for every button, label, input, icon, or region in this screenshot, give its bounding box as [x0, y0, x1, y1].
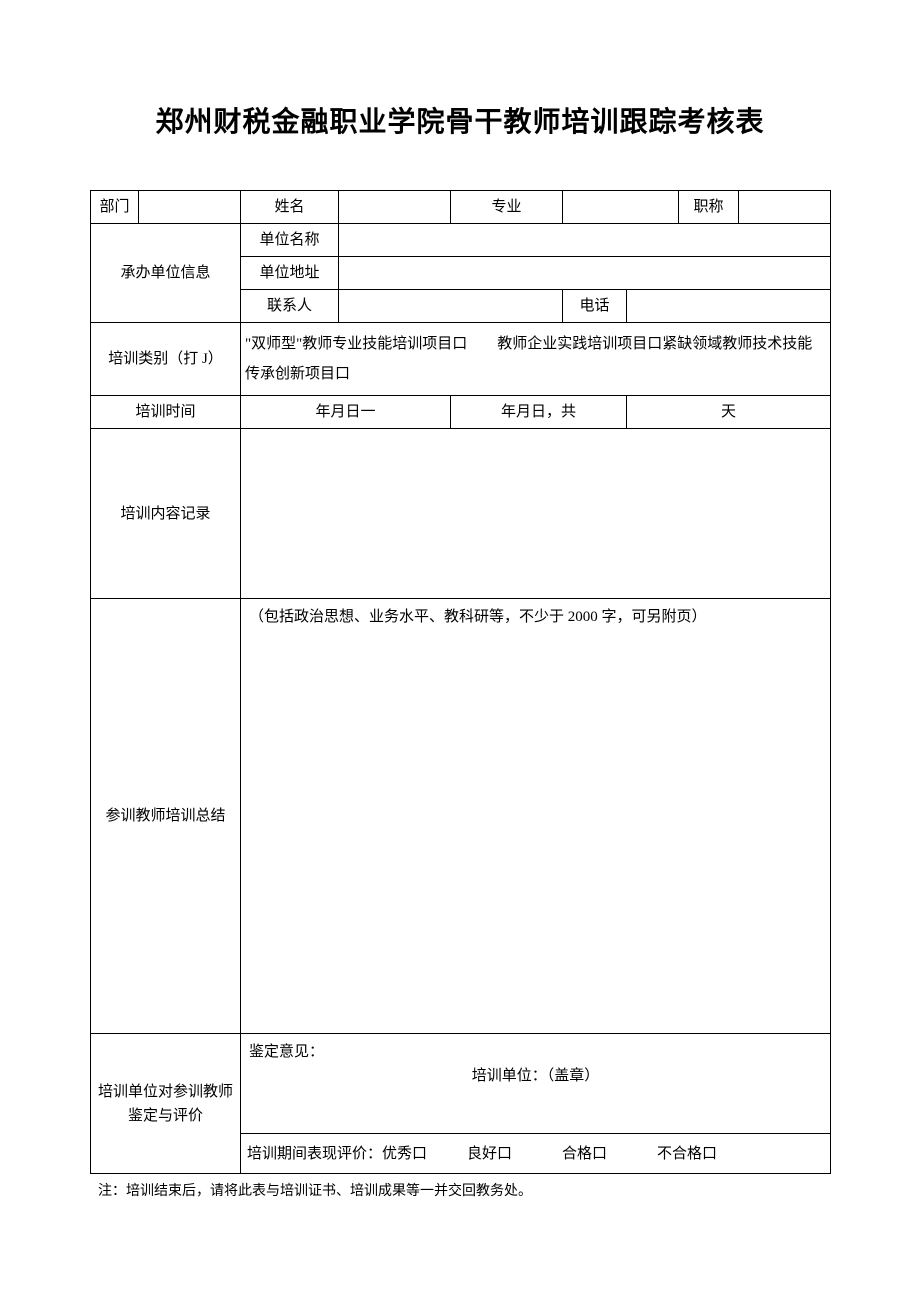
unit-addr-label: 单位地址: [241, 257, 339, 290]
eval-rating[interactable]: 培训期间表现评价：优秀口 良好口 合格口 不合格口: [241, 1134, 831, 1174]
summary-value[interactable]: （包括政治思想、业务水平、教科研等，不少于 2000 字，可另附页）: [241, 599, 831, 1034]
dept-label: 部门: [91, 191, 139, 224]
unit-name-label: 单位名称: [241, 224, 339, 257]
time-start[interactable]: 年月日一: [241, 396, 451, 429]
phone-value[interactable]: [627, 290, 831, 323]
time-days[interactable]: 天: [627, 396, 831, 429]
name-value[interactable]: [339, 191, 451, 224]
eval-stamp: 培训单位：（盖章）: [249, 1064, 822, 1094]
phone-label: 电话: [563, 290, 627, 323]
eval-opinion-cell[interactable]: 鉴定意见： 培训单位：（盖章）: [241, 1034, 831, 1134]
rating-pass: 合格口: [562, 1142, 607, 1166]
rating-fail: 不合格口: [657, 1142, 717, 1166]
content-value[interactable]: [241, 429, 831, 599]
content-label: 培训内容记录: [91, 429, 241, 599]
major-value[interactable]: [563, 191, 679, 224]
category-options[interactable]: "双师型"教师专业技能培训项目口 教师企业实践培训项目口紧缺领域教师技术技能传承…: [241, 323, 831, 396]
page-title: 郑州财税金融职业学院骨干教师培训跟踪考核表: [90, 100, 830, 140]
footnote: 注：培训结束后，请将此表与培训证书、培训成果等一并交回教务处。: [90, 1180, 830, 1200]
eval-opinion-label: 鉴定意见：: [249, 1040, 822, 1064]
host-section-label: 承办单位信息: [91, 224, 241, 323]
rating-good: 良好口: [467, 1142, 512, 1166]
summary-label: 参训教师培训总结: [91, 599, 241, 1034]
major-label: 专业: [451, 191, 563, 224]
name-label: 姓名: [241, 191, 339, 224]
contact-label: 联系人: [241, 290, 339, 323]
time-label: 培训时间: [91, 396, 241, 429]
category-label: 培训类别（打 J）: [91, 323, 241, 396]
unit-addr-value[interactable]: [339, 257, 831, 290]
time-end[interactable]: 年月日，共: [451, 396, 627, 429]
title-label: 职称: [679, 191, 739, 224]
title-value[interactable]: [739, 191, 831, 224]
contact-value[interactable]: [339, 290, 563, 323]
form-table: 部门 姓名 专业 职称 承办单位信息 单位名称 单位地址 联系人 电话 培训类别…: [90, 190, 831, 1174]
unit-name-value[interactable]: [339, 224, 831, 257]
rating-prefix: 培训期间表现评价：优秀口: [247, 1142, 427, 1166]
dept-value[interactable]: [139, 191, 241, 224]
eval-label: 培训单位对参训教师鉴定与评价: [91, 1034, 241, 1174]
